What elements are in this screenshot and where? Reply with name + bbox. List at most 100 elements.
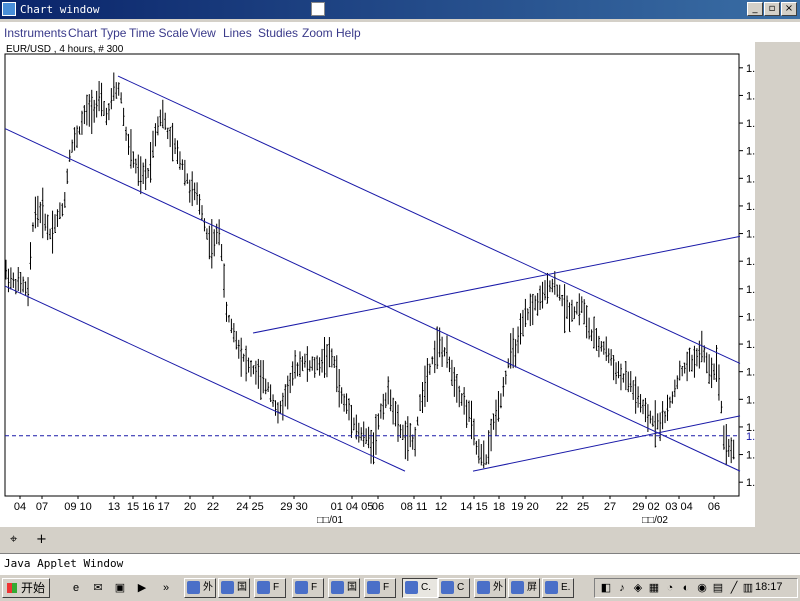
- x-tick-label: 24 25: [236, 501, 264, 513]
- y-tick-label: 1.3300: [746, 173, 755, 185]
- menu-zoom[interactable]: Zoom: [302, 26, 333, 40]
- status-bar: Java Applet Window: [0, 553, 800, 574]
- task-app-icon: [295, 581, 308, 594]
- x-tick-label: 25: [577, 501, 589, 513]
- task-label: 国: [347, 582, 357, 593]
- x-tick-label: 06: [372, 501, 384, 513]
- task-app-icon: [405, 581, 418, 594]
- more-icon[interactable]: »: [158, 580, 174, 596]
- task-label: 国: [237, 582, 247, 593]
- menu-instruments[interactable]: Instruments: [4, 26, 67, 40]
- outlook-icon[interactable]: ✉: [90, 580, 106, 596]
- task-app-icon: [441, 581, 454, 594]
- menu-view[interactable]: View: [190, 26, 216, 40]
- taskbar-task[interactable]: 屏: [508, 578, 540, 598]
- x-tick-label: 19 20: [511, 501, 539, 513]
- menu-studies[interactable]: Studies: [258, 26, 298, 40]
- task-label: F: [273, 582, 280, 593]
- taskbar-task[interactable]: F: [254, 578, 286, 598]
- x-tick-label: 14 15: [460, 501, 488, 513]
- minimize-button[interactable]: _: [747, 2, 763, 16]
- taskbar-task[interactable]: F: [364, 578, 396, 598]
- task-app-icon: [511, 581, 524, 594]
- ie-icon[interactable]: e: [68, 580, 84, 596]
- taskbar-task[interactable]: F: [292, 578, 324, 598]
- y-tick-label: 1.3350: [746, 146, 755, 158]
- app-icon: [2, 2, 16, 16]
- y-tick-label: 1.2750: [746, 477, 755, 489]
- media-icon[interactable]: ▶: [134, 580, 150, 596]
- menu-chart-type[interactable]: Chart Type: [68, 26, 126, 40]
- task-label: 外: [203, 582, 213, 593]
- tray-icon[interactable]: ▤: [711, 581, 725, 595]
- crosshair-icon[interactable]: +: [36, 532, 47, 547]
- menu-help[interactable]: Help: [336, 26, 361, 40]
- pin-icon[interactable]: ⌖: [10, 532, 17, 547]
- pen-icon[interactable]: ╱: [727, 581, 741, 595]
- x-tick-label: 07: [36, 501, 48, 513]
- x-tick-label: 18: [493, 501, 505, 513]
- taskbar-task[interactable]: C: [438, 578, 470, 598]
- x-tick-label: 01 04 05: [331, 501, 374, 513]
- status-text: Java Applet Window: [4, 557, 124, 570]
- y-tick-label: 1.3200: [746, 229, 755, 241]
- plot-frame: [4, 53, 740, 497]
- x-tick-label: 15: [127, 501, 139, 513]
- clock: 18:17: [755, 581, 783, 593]
- menu-bar: Instruments Chart Type Time Scale View L…: [0, 22, 800, 42]
- x-tick-label: 12: [435, 501, 447, 513]
- x-tick-label: 29 02: [632, 501, 660, 513]
- taskbar-task[interactable]: 外: [474, 578, 506, 598]
- x-tick-label: 29 30: [280, 501, 308, 513]
- y-tick-label: 1.3500: [746, 63, 755, 75]
- month-label: □□/02: [642, 515, 668, 526]
- task-app-icon: [477, 581, 490, 594]
- taskbar-task[interactable]: 外: [184, 578, 216, 598]
- price-chart[interactable]: 1.3500 1.3450 1.3400 1.3350 1.3300 1.3250 1.32…: [0, 42, 755, 527]
- volume-icon[interactable]: ♪: [615, 581, 629, 595]
- task-app-icon: [257, 581, 270, 594]
- x-tick-label: 13: [108, 501, 120, 513]
- tray-icon[interactable]: ▥: [741, 581, 755, 595]
- task-label: C.: [421, 582, 431, 593]
- x-tick-label: 16 17: [142, 501, 170, 513]
- close-button[interactable]: ×: [781, 2, 797, 16]
- task-app-icon: [221, 581, 234, 594]
- task-label: 外: [493, 582, 503, 593]
- x-tick-label: 06: [708, 501, 720, 513]
- windows-flag-icon: [7, 583, 17, 593]
- task-label: F: [383, 582, 390, 593]
- title-bar: Chart window _ ▫ ×: [0, 0, 800, 19]
- network-icon[interactable]: ▦: [647, 581, 661, 595]
- y-tick-label: 1.2800: [746, 450, 755, 462]
- task-label: 屏: [527, 582, 537, 593]
- y-tick-label: 1.3250: [746, 201, 755, 213]
- taskbar-task[interactable]: 国: [328, 578, 360, 598]
- tray-icon[interactable]: ◧: [599, 581, 613, 595]
- tray-icon[interactable]: ◔: [663, 581, 677, 595]
- desktop-icon[interactable]: ▣: [112, 580, 128, 596]
- tray-icon[interactable]: ◈: [631, 581, 645, 595]
- window-square-icon: [311, 2, 325, 16]
- menu-lines[interactable]: Lines: [223, 26, 252, 40]
- tray-icon[interactable]: ◐: [679, 581, 693, 595]
- task-app-icon: [545, 581, 558, 594]
- y-tick-label: 1.3400: [746, 118, 755, 130]
- taskbar-task[interactable]: E.: [542, 578, 574, 598]
- month-label: □□/01: [317, 515, 343, 526]
- task-app-icon: [367, 581, 380, 594]
- task-label: E.: [561, 582, 571, 593]
- task-app-icon: [187, 581, 200, 594]
- x-tick-label: 22: [207, 501, 219, 513]
- task-label: F: [311, 582, 318, 593]
- start-button[interactable]: 开始: [2, 578, 50, 598]
- x-tick-label: 09 10: [64, 501, 92, 513]
- window-title: Chart window: [20, 3, 100, 16]
- taskbar-task[interactable]: C.: [402, 578, 438, 598]
- tray-icon[interactable]: ◉: [695, 581, 709, 595]
- x-tick-label: 08 11: [401, 501, 428, 513]
- menu-time-scale[interactable]: Time Scale: [129, 26, 189, 40]
- maximize-button[interactable]: ▫: [764, 2, 780, 16]
- taskbar-task[interactable]: 国: [218, 578, 250, 598]
- task-label: C: [457, 582, 465, 593]
